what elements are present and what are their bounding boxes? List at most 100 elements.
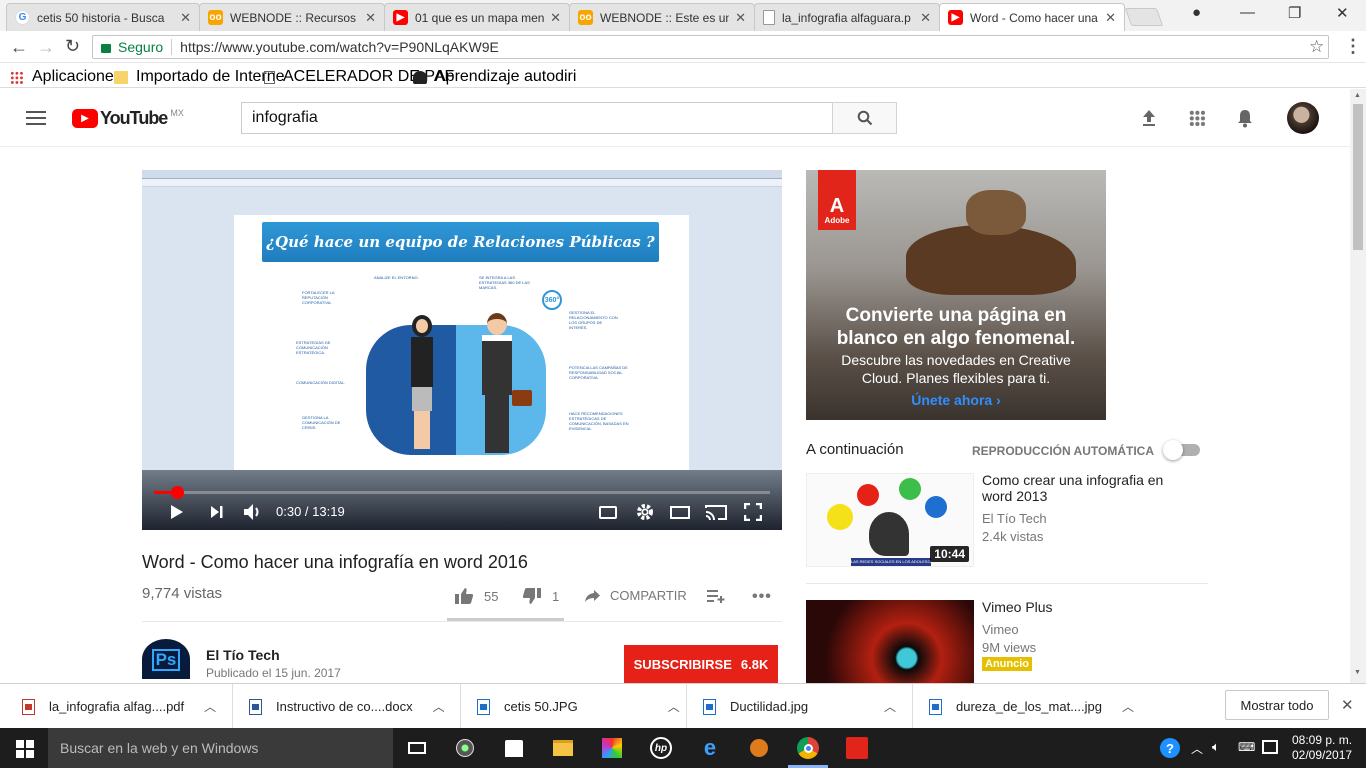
search-input[interactable]: infografia xyxy=(241,102,833,134)
profile-icon[interactable]: ● xyxy=(1192,4,1201,21)
hamburger-menu-icon[interactable] xyxy=(26,111,46,125)
upload-icon[interactable] xyxy=(1141,109,1157,127)
taskbar-search-box[interactable]: Buscar en la web y en Windows xyxy=(48,728,393,768)
ad-banner[interactable]: A Adobe Convierte una página en blanco e… xyxy=(806,170,1106,420)
fullscreen-icon[interactable] xyxy=(744,503,762,521)
download-item[interactable]: dureza_de_los_mat....jpg ︿ xyxy=(912,684,1134,729)
bear-illustration xyxy=(906,225,1076,295)
subscribe-button[interactable]: SUBSCRIBIRSE 6.8K xyxy=(624,645,778,683)
bookmark-aprendizaje[interactable]: Aprendizaje autodiri xyxy=(413,68,576,86)
scroll-down-icon[interactable]: ▼ xyxy=(1354,669,1361,676)
slide-label: POTENCIA LAS CAMPAÑAS DE RESPONSABILIDAD… xyxy=(569,365,628,380)
autoplay-label: REPRODUCCIÓN AUTOMÁTICA xyxy=(972,444,1154,458)
close-tab-icon[interactable]: ✕ xyxy=(180,10,191,26)
close-tab-icon[interactable]: ✕ xyxy=(920,10,931,26)
user-avatar[interactable] xyxy=(1287,102,1319,134)
close-downloads-icon[interactable]: ✕ xyxy=(1341,696,1354,714)
add-to-playlist-icon[interactable] xyxy=(707,589,725,603)
chevron-up-icon[interactable]: ︿ xyxy=(884,698,896,715)
minimize-icon[interactable]: — xyxy=(1240,4,1255,21)
scrollbar-thumb[interactable] xyxy=(1353,104,1363,250)
back-icon[interactable]: ← xyxy=(10,37,28,58)
maximize-icon[interactable]: ❐ xyxy=(1288,4,1301,22)
bookmark-aplicaciones[interactable]: Aplicaciones xyxy=(10,68,122,86)
volume-icon[interactable] xyxy=(243,503,263,521)
download-item[interactable]: Ductilidad.jpg ︿ xyxy=(686,684,896,729)
help-icon[interactable]: ? xyxy=(1158,736,1182,760)
new-tab-button[interactable] xyxy=(1124,8,1164,26)
related-video-title[interactable]: Vimeo Plus xyxy=(982,599,1053,615)
tab-youtube-mapa[interactable]: ▶ 01 que es un mapa men ✕ xyxy=(384,3,570,31)
input-method-icon[interactable]: ⌨︎ xyxy=(1238,740,1255,754)
tab-webnode-este[interactable]: oo WEBNODE :: Este es un ✕ xyxy=(569,3,755,31)
share-button[interactable]: COMPARTIR xyxy=(584,588,687,603)
acrobat-icon[interactable] xyxy=(845,736,869,760)
tab-infografia-pdf[interactable]: la_infografia alfaguara.p ✕ xyxy=(754,3,940,31)
apps-icon[interactable] xyxy=(1189,110,1205,126)
close-tab-icon[interactable]: ✕ xyxy=(1105,10,1116,26)
video-thumbnail[interactable]: LAS REDES SOCIALES EN LOS ADOLESCENTES 1… xyxy=(806,473,974,567)
close-window-icon[interactable]: ✕ xyxy=(1336,4,1349,22)
download-item[interactable]: cetis 50.JPG ︿ xyxy=(460,684,680,729)
chrome-icon[interactable] xyxy=(796,736,820,760)
tray-expand-icon[interactable]: ︿ xyxy=(1191,740,1203,757)
taskbar-clock[interactable]: 08:09 p. m. 02/09/2017 xyxy=(1292,733,1352,763)
ad-cta-link[interactable]: Únete ahora › xyxy=(806,392,1106,408)
hp-icon[interactable]: hp xyxy=(649,736,673,760)
play-icon[interactable] xyxy=(170,504,184,520)
download-item[interactable]: la_infografia alfag....pdf ︿ xyxy=(22,684,216,729)
action-center-icon[interactable] xyxy=(1262,740,1278,754)
close-tab-icon[interactable]: ✕ xyxy=(365,10,376,26)
channel-avatar[interactable]: Ps xyxy=(142,639,190,679)
chevron-up-icon[interactable]: ︿ xyxy=(204,698,216,715)
progress-bar[interactable] xyxy=(154,486,770,499)
windows-start-icon[interactable] xyxy=(16,740,34,758)
channel-name[interactable]: El Tío Tech xyxy=(206,647,280,663)
chrome-menu-icon[interactable]: ⋮ xyxy=(1344,36,1362,57)
autoplay-toggle[interactable] xyxy=(1163,440,1200,460)
search-button[interactable] xyxy=(832,102,897,134)
tab-google-search[interactable]: G cetis 50 historia - Busca ✕ xyxy=(6,3,200,31)
related-video-channel[interactable]: Vimeo xyxy=(982,622,1019,637)
reload-icon[interactable]: ↻ xyxy=(65,36,80,57)
bookmark-star-icon[interactable]: ☆ xyxy=(1309,37,1324,57)
show-all-downloads-button[interactable]: Mostrar todo xyxy=(1225,690,1329,720)
subtitles-icon[interactable] xyxy=(599,506,617,519)
page-scrollbar[interactable]: ▲ ▼ xyxy=(1350,89,1366,683)
related-video-title[interactable]: Como crear una infografia en word 2013 xyxy=(982,472,1182,504)
scroll-up-icon[interactable]: ▲ xyxy=(1354,92,1361,99)
photo-app-icon[interactable] xyxy=(600,736,624,760)
bookmark-importado[interactable]: Importado de Interne xyxy=(114,68,285,86)
paw-app-icon[interactable] xyxy=(747,736,771,760)
like-button[interactable]: 55 xyxy=(454,587,498,605)
notifications-bell-icon[interactable] xyxy=(1237,108,1253,128)
download-item[interactable]: Instructivo de co....docx ︿ xyxy=(232,684,445,729)
camera-app-icon[interactable] xyxy=(453,736,477,760)
head-silhouette xyxy=(869,512,909,556)
speaker-icon[interactable]: 🔈︎ xyxy=(1212,739,1220,755)
more-actions-icon[interactable]: ••• xyxy=(752,589,772,605)
close-tab-icon[interactable]: ✕ xyxy=(550,10,561,26)
chevron-up-icon[interactable]: ︿ xyxy=(668,698,680,715)
store-icon[interactable] xyxy=(502,736,526,760)
ad-video-thumbnail[interactable] xyxy=(806,600,974,683)
tab-youtube-word[interactable]: ▶ Word - Como hacer una ✕ xyxy=(939,3,1125,31)
file-explorer-icon[interactable] xyxy=(551,736,575,760)
next-icon[interactable] xyxy=(210,505,224,519)
forward-icon[interactable]: → xyxy=(37,37,55,58)
dislike-button[interactable]: 1 xyxy=(522,587,559,605)
settings-gear-icon[interactable] xyxy=(636,503,654,521)
close-tab-icon[interactable]: ✕ xyxy=(735,10,746,26)
adobe-logo: A Adobe xyxy=(818,170,856,230)
theater-mode-icon[interactable] xyxy=(670,506,690,519)
video-player[interactable]: ¿Qué hace un equipo de Relaciones Públic… xyxy=(142,170,782,530)
edge-browser-icon[interactable]: e xyxy=(698,735,722,760)
cast-icon[interactable] xyxy=(705,504,727,521)
task-view-icon[interactable] xyxy=(405,736,429,760)
chevron-up-icon[interactable]: ︿ xyxy=(433,698,445,715)
youtube-logo[interactable]: ▶ YouTube MX xyxy=(72,108,184,129)
related-video-channel[interactable]: El Tío Tech xyxy=(982,511,1047,526)
tab-webnode-recursos[interactable]: oo WEBNODE :: Recursos g ✕ xyxy=(199,3,385,31)
address-bar[interactable]: Seguro https://www.youtube.com/watch?v=P… xyxy=(92,35,1329,59)
chevron-up-icon[interactable]: ︿ xyxy=(1122,698,1134,715)
